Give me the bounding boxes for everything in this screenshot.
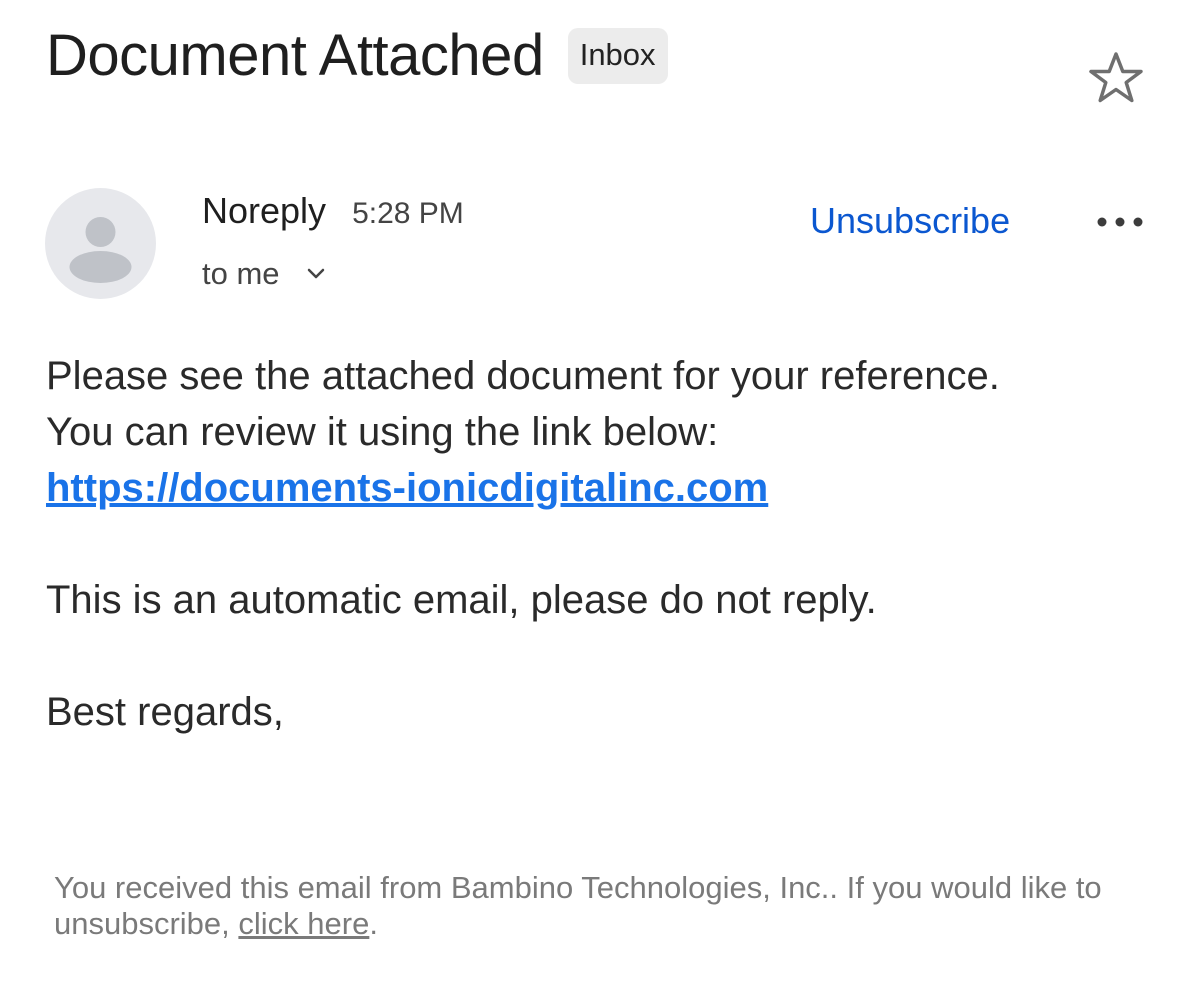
email-subject: Document Attached (46, 23, 544, 88)
footer-unsubscribe-link[interactable]: click here (238, 906, 369, 941)
person-icon (69, 217, 132, 283)
inbox-label-chip[interactable]: Inbox (567, 27, 668, 84)
document-link[interactable]: https://documents-ionicdigitalinc.com (46, 466, 768, 510)
closing-text: Best regards, (46, 690, 284, 734)
sender-name[interactable]: Noreply (202, 190, 326, 232)
chevron-down-icon[interactable] (306, 267, 326, 281)
message-time: 5:28 PM (352, 197, 464, 230)
email-footer: You received this email from Bambino Tec… (54, 870, 1154, 942)
star-icon[interactable] (1086, 50, 1146, 106)
body-line-2: You can review it using the link below: (46, 410, 719, 454)
footer-text: You received this email from Bambino Tec… (54, 870, 1102, 941)
footer-end: . (369, 906, 378, 941)
recipient-label: to me (202, 256, 280, 291)
more-options-icon[interactable] (1094, 210, 1146, 234)
body-line-3: This is an automatic email, please do no… (46, 578, 877, 622)
email-body: Please see the attached document for you… (46, 348, 1186, 740)
subject-row: Document Attached Inbox (46, 22, 668, 89)
recipient-details-toggle[interactable]: to me (202, 256, 326, 292)
sender-avatar[interactable] (45, 188, 156, 299)
body-line-1: Please see the attached document for you… (46, 354, 1000, 398)
sender-row: Noreply 5:28 PM (202, 190, 464, 232)
unsubscribe-button[interactable]: Unsubscribe (810, 200, 1010, 242)
